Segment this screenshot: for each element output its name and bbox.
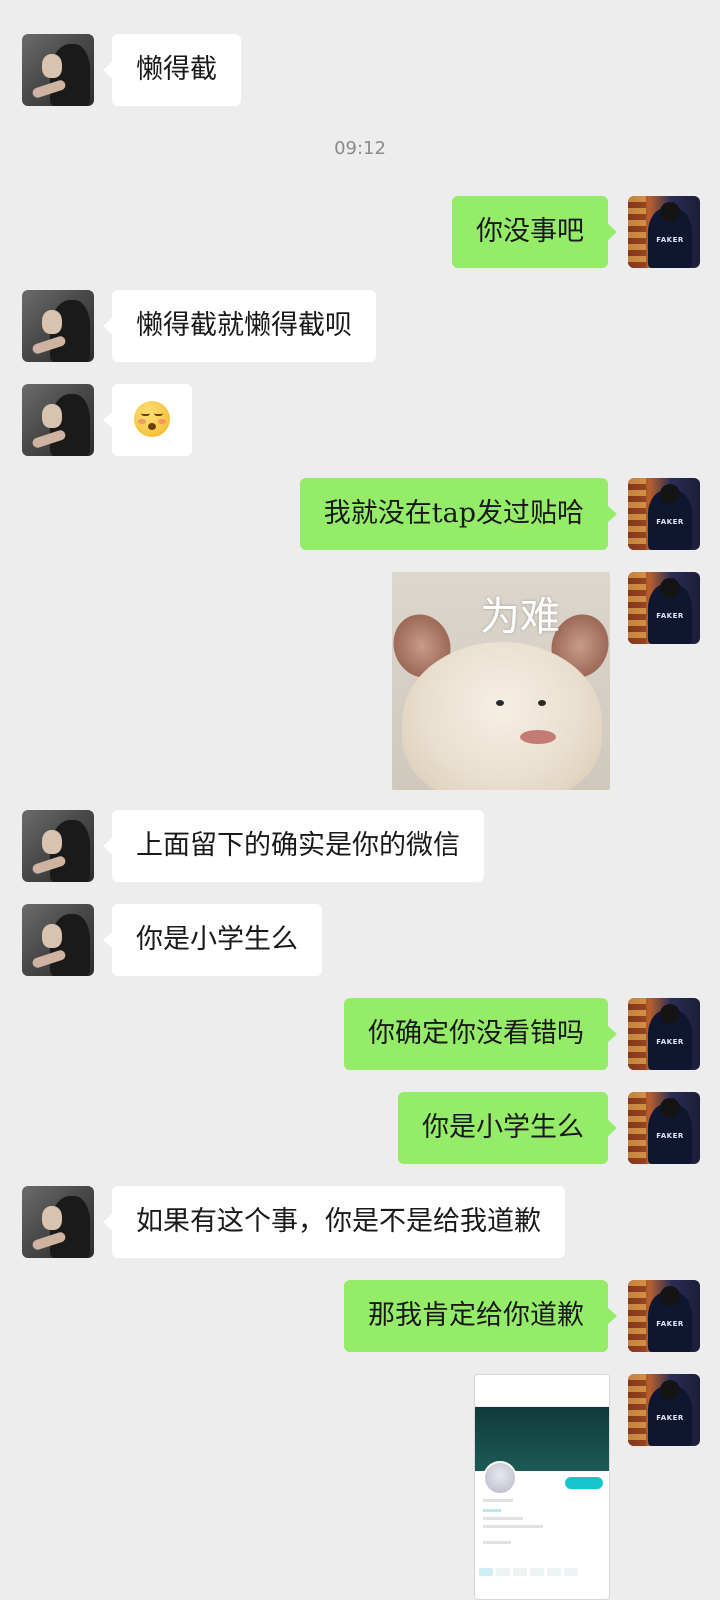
- avatar-head: [660, 202, 680, 222]
- chat-timestamp: 09:12: [334, 138, 386, 159]
- avatar-background: [628, 1280, 646, 1352]
- avatar-background: [628, 196, 646, 268]
- contact-avatar[interactable]: [22, 290, 94, 362]
- screenshot-tabs: [479, 1561, 607, 1576]
- message-bubble-received[interactable]: 你是小学生么: [103, 904, 322, 976]
- sticker-eye: [496, 700, 504, 706]
- screenshot-thumbnail[interactable]: [474, 1374, 610, 1600]
- screenshot-status-bar: [475, 1375, 609, 1389]
- avatar-background: [628, 1092, 646, 1164]
- avatar-jersey-text: FAKER: [656, 1320, 684, 1328]
- message-bubble-received[interactable]: 懒得截就懒得截呗: [103, 290, 376, 362]
- message-bubble-sent[interactable]: 那我肯定给你道歉: [344, 1280, 617, 1352]
- contact-avatar[interactable]: [22, 1186, 94, 1258]
- screenshot-profile-avatar: [483, 1461, 517, 1495]
- avatar-head: [660, 578, 680, 598]
- contact-avatar[interactable]: [22, 904, 94, 976]
- sticker-caption: 为难: [480, 594, 560, 640]
- avatar-background: [628, 998, 646, 1070]
- message-bubble-received[interactable]: 懒得截: [103, 34, 241, 106]
- self-avatar[interactable]: FAKER: [628, 1092, 700, 1164]
- message-bubble-sent[interactable]: 你没事吧: [452, 196, 617, 268]
- avatar-jersey-text: FAKER: [656, 612, 684, 620]
- message-bubble-sent[interactable]: 我就没在tap发过贴哈: [299, 478, 618, 550]
- avatar-head: [660, 1098, 680, 1118]
- avatar-face: [42, 830, 62, 854]
- avatar-face: [42, 54, 62, 78]
- message-bubble-received[interactable]: 如果有这个事，你是不是给我道歉: [103, 1186, 565, 1258]
- self-avatar[interactable]: FAKER: [628, 998, 700, 1070]
- self-avatar[interactable]: FAKER: [628, 1374, 700, 1446]
- avatar-head: [660, 1004, 680, 1024]
- avatar-jersey-text: FAKER: [656, 518, 684, 526]
- kissing-closed-eyes-emoji-icon: [134, 400, 170, 437]
- message-bubble-sent[interactable]: 你确定你没看错吗: [344, 998, 617, 1070]
- contact-avatar[interactable]: [22, 810, 94, 882]
- sticker-eye: [538, 700, 546, 706]
- avatar-head: [660, 1286, 680, 1306]
- avatar-jersey-text: FAKER: [656, 1038, 684, 1046]
- avatar-face: [42, 924, 62, 948]
- avatar-background: [628, 1374, 646, 1446]
- avatar-head: [660, 484, 680, 504]
- contact-avatar[interactable]: [22, 34, 94, 106]
- contact-avatar[interactable]: [22, 384, 94, 456]
- avatar-head: [660, 1380, 680, 1400]
- avatar-background: [628, 478, 646, 550]
- screenshot-follow-button: [565, 1477, 603, 1489]
- self-avatar[interactable]: FAKER: [628, 196, 700, 268]
- avatar-jersey-text: FAKER: [656, 1132, 684, 1140]
- avatar-face: [42, 404, 62, 428]
- screenshot-title-bar: [475, 1389, 609, 1407]
- message-bubble-sent[interactable]: 你是小学生么: [398, 1092, 617, 1164]
- avatar-background: [628, 572, 646, 644]
- message-bubble-received[interactable]: 上面留下的确实是你的微信: [103, 810, 484, 882]
- sticker-mouth: [520, 730, 556, 744]
- sticker-hamster: [402, 642, 602, 790]
- avatar-face: [42, 310, 62, 334]
- self-avatar[interactable]: FAKER: [628, 478, 700, 550]
- avatar-jersey-text: FAKER: [656, 1414, 684, 1422]
- self-avatar[interactable]: FAKER: [628, 1280, 700, 1352]
- self-avatar[interactable]: FAKER: [628, 572, 700, 644]
- hamster-sticker[interactable]: 为难: [392, 572, 610, 790]
- message-bubble-emoji[interactable]: [103, 384, 192, 456]
- avatar-jersey-text: FAKER: [656, 236, 684, 244]
- avatar-face: [42, 1206, 62, 1230]
